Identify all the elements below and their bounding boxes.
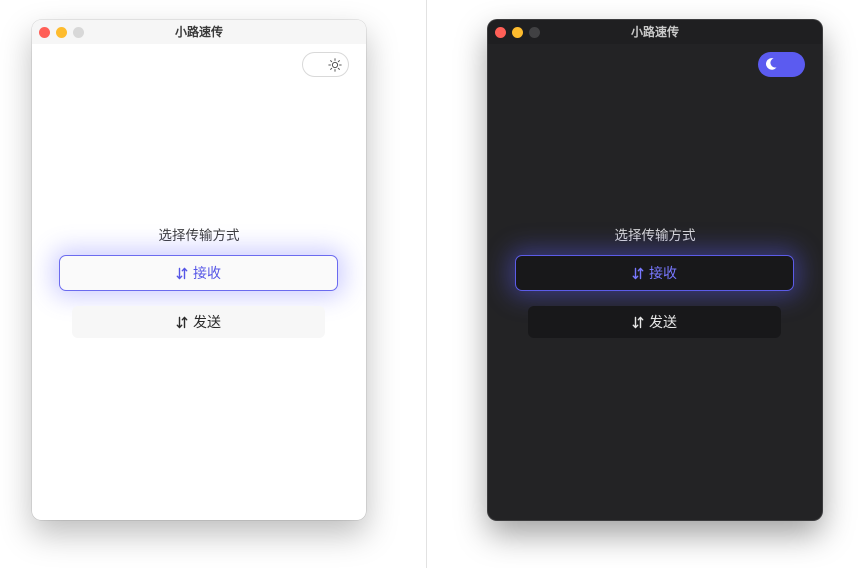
- receive-button-label: 接收: [193, 266, 221, 282]
- send-button[interactable]: 发送: [528, 306, 781, 338]
- transfer-arrows-icon: [176, 267, 188, 279]
- divider: [426, 0, 427, 568]
- screenshot-stage: 小路速传 选择传输方式 接收 发送 小路速传 选择传输方式 接收 发送: [0, 0, 861, 568]
- transfer-arrows-icon: [632, 267, 644, 279]
- transfer-arrows-icon: [632, 316, 644, 328]
- title-bar: 小路速传: [488, 20, 822, 44]
- send-button[interactable]: 发送: [72, 306, 325, 338]
- receive-button[interactable]: 接收: [515, 255, 794, 291]
- window-title: 小路速传: [174, 25, 223, 39]
- receive-button-label: 接收: [649, 266, 677, 282]
- receive-button[interactable]: 接收: [59, 255, 338, 291]
- light-mode-window: 小路速传 选择传输方式 接收 发送: [32, 20, 366, 520]
- transfer-arrows-icon: [176, 316, 188, 328]
- window-title: 小路速传: [630, 25, 679, 39]
- transfer-mode-prompt: 选择传输方式: [158, 228, 240, 244]
- send-button-label: 发送: [193, 315, 221, 331]
- moon-icon: [766, 58, 777, 70]
- theme-toggle[interactable]: [758, 52, 805, 77]
- title-bar: 小路速传: [32, 20, 366, 44]
- sun-icon: [328, 58, 342, 72]
- send-button-label: 发送: [649, 315, 677, 331]
- dark-mode-window: 小路速传 选择传输方式 接收 发送: [488, 20, 822, 520]
- theme-toggle[interactable]: [302, 52, 349, 77]
- transfer-mode-prompt: 选择传输方式: [614, 228, 696, 244]
